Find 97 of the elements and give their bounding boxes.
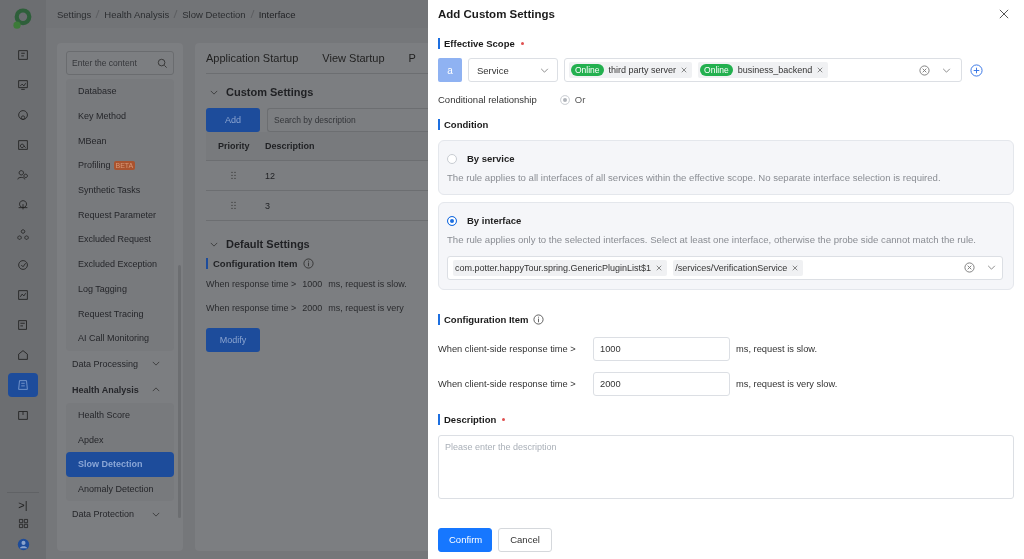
table-cell: 12 (265, 170, 275, 181)
menu-item[interactable]: Excluded Request (66, 227, 174, 252)
option-description: The rule applies only to the selected interfaces. Select at least one interface, otherwise the probe side cannot match the rule. (447, 233, 978, 248)
section-title: Condition (444, 119, 489, 130)
menu-group[interactable]: Health Analysis (66, 376, 174, 403)
description-field[interactable]: Please enter the description (438, 434, 1014, 499)
option-description: The rule applies to all interfaces of all services within the effective scope. No separate interface selection is required. (447, 171, 942, 185)
grid-icon[interactable] (16, 517, 30, 530)
field-label: Conditional relationship (438, 94, 537, 105)
tag-text: third party server (608, 65, 677, 75)
section-title: Effective Scope (444, 38, 515, 49)
cancel-button[interactable]: Cancel (498, 527, 552, 552)
setting-text: ms, request is very (328, 303, 404, 313)
remove-icon[interactable] (817, 67, 824, 73)
close-icon[interactable] (999, 9, 1009, 19)
tab[interactable]: View Startup (322, 52, 385, 64)
caret-icon (987, 265, 996, 271)
add-icon[interactable] (970, 63, 983, 77)
breadcrumb-link[interactable]: Interface (258, 8, 296, 20)
breadcrumb-link[interactable]: Slow Detection (182, 8, 246, 20)
setting-text: When client-side response time > (438, 343, 577, 354)
breadcrumb-link[interactable]: Health Analysis (104, 8, 170, 20)
option-title: By service (467, 153, 515, 164)
status-badge: Online (700, 64, 733, 76)
menu-item[interactable]: Log Tagging (66, 276, 174, 302)
search-field[interactable]: Search by description (267, 108, 428, 132)
menu-item[interactable]: Request Parameter (66, 202, 174, 228)
clear-icon[interactable] (919, 64, 930, 76)
menu-item[interactable]: Apdex (66, 427, 174, 452)
section-title: Configuration Item (444, 313, 529, 325)
caret-icon (942, 67, 951, 73)
option-title: By interface (467, 215, 522, 227)
menu-item[interactable]: Synthetic Tasks (66, 177, 174, 203)
column-header: Priority (217, 141, 251, 151)
drawer-title: Add Custom Settings (438, 8, 555, 20)
modify-button[interactable]: Modify (206, 328, 260, 352)
add-button[interactable]: Add (206, 108, 260, 132)
remove-icon[interactable] (681, 67, 688, 73)
menu-item[interactable]: Health Score (66, 402, 174, 428)
menu-item[interactable]: MBean (66, 128, 174, 154)
search-icon (157, 57, 168, 69)
clear-icon[interactable] (964, 262, 975, 274)
setting-text: When client-side response time > (438, 378, 577, 389)
setting-text: ms, request is slow. (328, 279, 407, 289)
threshold-input[interactable]: 2000 (593, 371, 730, 396)
tab[interactable]: P (408, 52, 416, 64)
menu-group[interactable]: Data Protection (66, 501, 174, 528)
drag-handle-icon[interactable] (231, 201, 236, 210)
menu-item[interactable]: Excluded Exception (66, 251, 174, 277)
remove-icon[interactable] (792, 264, 799, 271)
remove-icon[interactable] (656, 264, 663, 271)
chevron-icon[interactable] (210, 89, 218, 95)
section-title: Configuration Item (213, 258, 298, 269)
interface-select[interactable]: com.potter.happyTour.spring.GenericPluginList$1 /services/VerificationService (447, 255, 1003, 280)
caret-icon (540, 67, 549, 73)
collapse-icon[interactable]: >| (18, 499, 28, 511)
setting-text: ms, request is slow. (736, 343, 818, 354)
menu-item[interactable]: AI Call Monitoring (66, 325, 174, 351)
info-icon (533, 313, 545, 325)
threshold-input[interactable]: 1000 (593, 336, 730, 361)
column-header: Description (265, 141, 315, 151)
info-icon (303, 258, 315, 269)
chevron-icon (152, 511, 160, 517)
setting-value: 1000 (302, 279, 323, 289)
menu-group[interactable]: Data Processing (66, 350, 174, 377)
type-select[interactable]: Service (468, 58, 558, 82)
service-select[interactable]: Online third party server Online business_backend (564, 58, 962, 82)
confirm-button[interactable]: Confirm (438, 527, 492, 552)
chevron-icon (152, 387, 160, 393)
radio-button[interactable] (447, 215, 457, 226)
avatar-icon[interactable] (16, 538, 30, 551)
tag-text: business_backend (737, 65, 813, 75)
menu-item[interactable]: Request Tracing (66, 301, 174, 326)
setting-text: When response time > (206, 279, 297, 289)
menu-item[interactable]: Anomaly Detection (66, 476, 174, 502)
setting-value: 2000 (302, 303, 323, 313)
chevron-icon (152, 361, 160, 367)
menu-item[interactable]: Slow Detection (66, 451, 174, 477)
tab[interactable]: Application Startup (206, 52, 299, 64)
scope-label: a (438, 58, 462, 82)
tag-text: com.potter.happyTour.spring.GenericPluginList$1 (455, 262, 652, 273)
section-title: Default Settings (226, 238, 310, 250)
drag-handle-icon[interactable] (231, 171, 236, 180)
tag-text: /services/VerificationService (675, 262, 788, 273)
table-cell: 3 (265, 200, 270, 211)
setting-text: When response time > (206, 303, 297, 313)
setting-text: ms, request is very slow. (736, 378, 838, 389)
section-title: Description (444, 413, 497, 425)
radio-button[interactable] (447, 153, 457, 164)
menu-item[interactable]: Database (66, 79, 174, 104)
breadcrumb-link[interactable]: Settings (57, 8, 92, 20)
chevron-icon[interactable] (210, 241, 218, 247)
status-badge: Online (571, 64, 604, 76)
nav-icon[interactable] (8, 373, 38, 397)
menu-item[interactable]: Key Method (66, 103, 174, 129)
search-field[interactable]: Enter the content (66, 51, 174, 75)
section-title: Custom Settings (226, 86, 314, 98)
